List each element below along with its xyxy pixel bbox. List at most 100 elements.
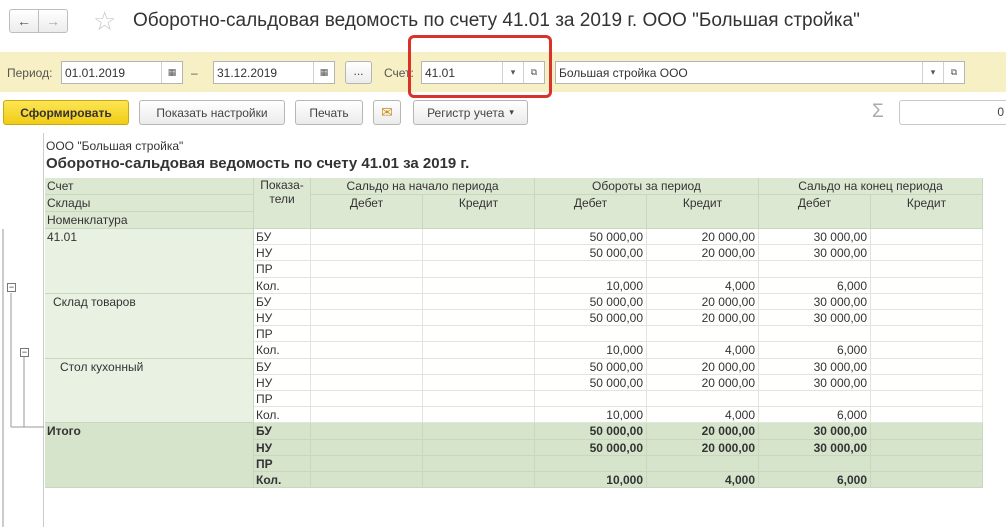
- value-cell[interactable]: 30 000,00: [759, 310, 871, 327]
- value-cell[interactable]: [535, 326, 647, 343]
- value-cell[interactable]: 10,000: [535, 277, 647, 294]
- value-cell[interactable]: 30 000,00: [759, 293, 871, 310]
- value-cell[interactable]: [871, 342, 983, 359]
- indicator-cell[interactable]: БУ: [254, 358, 311, 375]
- value-cell[interactable]: 4,000: [647, 277, 759, 294]
- value-cell[interactable]: [423, 423, 535, 440]
- report-spreadsheet[interactable]: ООО "Большая стройка" Оборотно-сальдовая…: [0, 133, 1006, 527]
- value-cell[interactable]: [871, 326, 983, 343]
- value-cell[interactable]: 50 000,00: [535, 423, 647, 440]
- value-cell[interactable]: 50 000,00: [535, 374, 647, 391]
- value-cell[interactable]: [311, 407, 423, 424]
- value-cell[interactable]: [423, 245, 535, 262]
- value-cell[interactable]: [871, 374, 983, 391]
- value-cell[interactable]: [647, 455, 759, 472]
- value-cell[interactable]: 30 000,00: [759, 245, 871, 262]
- value-cell[interactable]: [423, 358, 535, 375]
- value-cell[interactable]: 50 000,00: [535, 439, 647, 456]
- value-cell[interactable]: 6,000: [759, 407, 871, 424]
- date-from-field[interactable]: 01.01.2019 ▦: [61, 61, 183, 84]
- value-cell[interactable]: [311, 439, 423, 456]
- value-cell[interactable]: [871, 455, 983, 472]
- value-cell[interactable]: 10,000: [535, 342, 647, 359]
- value-cell[interactable]: [871, 293, 983, 310]
- value-cell[interactable]: [311, 261, 423, 278]
- value-cell[interactable]: 50 000,00: [535, 358, 647, 375]
- value-cell[interactable]: [311, 310, 423, 327]
- value-cell[interactable]: 20 000,00: [647, 310, 759, 327]
- calendar-icon[interactable]: ▦: [313, 62, 334, 83]
- value-cell[interactable]: [311, 342, 423, 359]
- indicator-cell[interactable]: Кол.: [254, 472, 311, 489]
- indicator-cell[interactable]: ПР: [254, 391, 311, 408]
- value-cell[interactable]: [759, 455, 871, 472]
- value-cell[interactable]: [423, 229, 535, 246]
- value-cell[interactable]: 20 000,00: [647, 374, 759, 391]
- value-cell[interactable]: 10,000: [535, 407, 647, 424]
- indicator-cell[interactable]: ПР: [254, 455, 311, 472]
- value-cell[interactable]: 6,000: [759, 472, 871, 489]
- value-cell[interactable]: [423, 455, 535, 472]
- value-cell[interactable]: [759, 326, 871, 343]
- value-cell[interactable]: [423, 472, 535, 489]
- group-label[interactable]: Стол кухонный: [45, 358, 254, 424]
- mail-button[interactable]: ✉: [373, 100, 401, 125]
- value-cell[interactable]: [871, 407, 983, 424]
- value-cell[interactable]: [311, 391, 423, 408]
- value-cell[interactable]: [423, 407, 535, 424]
- value-cell[interactable]: [871, 310, 983, 327]
- indicator-cell[interactable]: Кол.: [254, 277, 311, 294]
- value-cell[interactable]: 50 000,00: [535, 293, 647, 310]
- value-cell[interactable]: [871, 439, 983, 456]
- date-to-field[interactable]: 31.12.2019 ▦: [213, 61, 335, 84]
- indicator-cell[interactable]: НУ: [254, 374, 311, 391]
- value-cell[interactable]: [423, 391, 535, 408]
- value-cell[interactable]: 4,000: [647, 472, 759, 489]
- value-cell[interactable]: 50 000,00: [535, 310, 647, 327]
- group-label[interactable]: 41.01: [45, 229, 254, 294]
- sum-field[interactable]: 0: [899, 100, 1006, 125]
- value-cell[interactable]: 50 000,00: [535, 245, 647, 262]
- indicator-cell[interactable]: ПР: [254, 326, 311, 343]
- show-settings-button[interactable]: Показать настройки: [139, 100, 285, 125]
- indicator-cell[interactable]: НУ: [254, 310, 311, 327]
- value-cell[interactable]: [311, 358, 423, 375]
- value-cell[interactable]: 30 000,00: [759, 439, 871, 456]
- indicator-cell[interactable]: БУ: [254, 293, 311, 310]
- value-cell[interactable]: 30 000,00: [759, 358, 871, 375]
- group-label[interactable]: Склад товаров: [45, 293, 254, 359]
- value-cell[interactable]: [535, 391, 647, 408]
- select-period-button[interactable]: ...: [345, 61, 372, 84]
- value-cell[interactable]: [423, 293, 535, 310]
- value-cell[interactable]: [871, 423, 983, 440]
- value-cell[interactable]: [311, 326, 423, 343]
- value-cell[interactable]: [311, 277, 423, 294]
- value-cell[interactable]: [311, 229, 423, 246]
- value-cell[interactable]: [759, 391, 871, 408]
- indicator-cell[interactable]: ПР: [254, 261, 311, 278]
- value-cell[interactable]: [871, 261, 983, 278]
- collapse-group-icon[interactable]: −: [20, 348, 29, 357]
- value-cell[interactable]: [871, 391, 983, 408]
- value-cell[interactable]: 20 000,00: [647, 358, 759, 375]
- value-cell[interactable]: 20 000,00: [647, 423, 759, 440]
- value-cell[interactable]: 4,000: [647, 407, 759, 424]
- value-cell[interactable]: [311, 245, 423, 262]
- value-cell[interactable]: [871, 245, 983, 262]
- value-cell[interactable]: [759, 261, 871, 278]
- indicator-cell[interactable]: НУ: [254, 439, 311, 456]
- value-cell[interactable]: 50 000,00: [535, 229, 647, 246]
- value-cell[interactable]: [311, 472, 423, 489]
- value-cell[interactable]: [423, 326, 535, 343]
- value-cell[interactable]: [871, 358, 983, 375]
- value-cell[interactable]: 30 000,00: [759, 423, 871, 440]
- value-cell[interactable]: 20 000,00: [647, 245, 759, 262]
- value-cell[interactable]: 20 000,00: [647, 229, 759, 246]
- value-cell[interactable]: [423, 439, 535, 456]
- accounting-register-button[interactable]: Регистр учета ▾: [413, 100, 528, 125]
- value-cell[interactable]: 20 000,00: [647, 293, 759, 310]
- value-cell[interactable]: [535, 261, 647, 278]
- indicator-cell[interactable]: Кол.: [254, 342, 311, 359]
- value-cell[interactable]: [423, 374, 535, 391]
- indicator-cell[interactable]: НУ: [254, 245, 311, 262]
